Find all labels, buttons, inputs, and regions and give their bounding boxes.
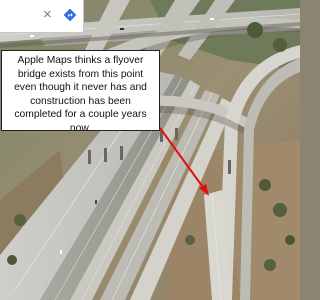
annotation-text: Apple Maps thinks a flyover bridge exist…	[14, 55, 147, 131]
aerial-highway-imagery	[0, 0, 300, 300]
annotation-callout: Apple Maps thinks a flyover bridge exist…	[1, 50, 160, 131]
maps-satellite-view[interactable]: × Apple Maps thinks a flyover bridge exi…	[0, 0, 300, 300]
close-icon[interactable]: ×	[43, 7, 52, 23]
maps-search-bar[interactable]: ×	[0, 0, 84, 33]
directions-icon[interactable]	[64, 9, 76, 21]
